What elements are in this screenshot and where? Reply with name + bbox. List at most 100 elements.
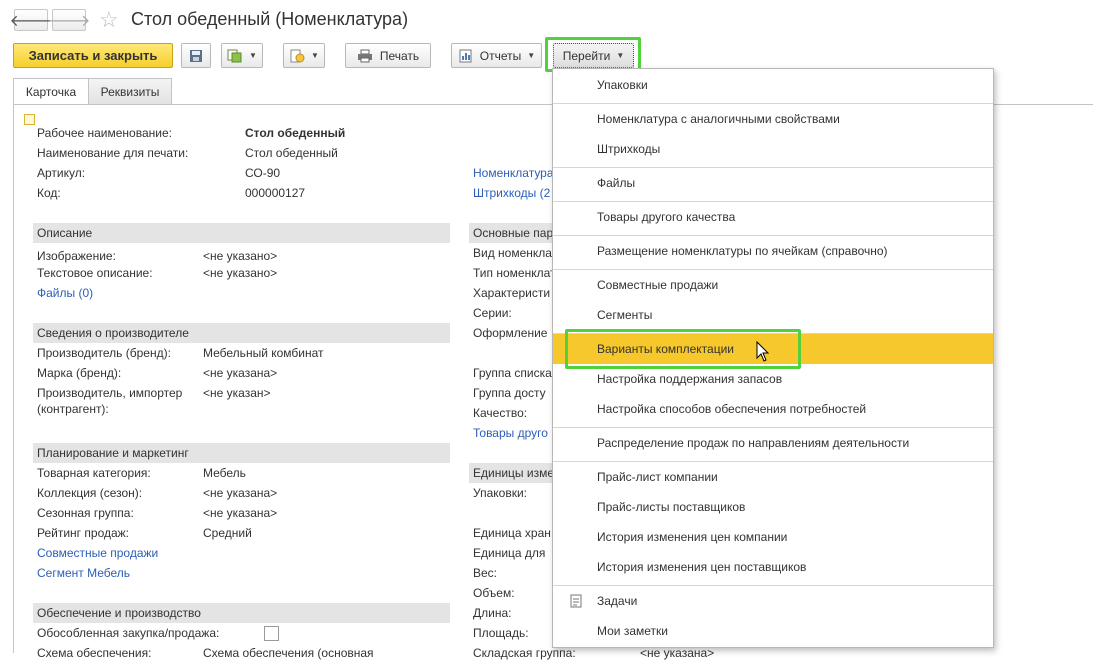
menu-item-files[interactable]: Файлы <box>553 168 993 198</box>
supply-scheme-value[interactable]: Схема обеспечения (основная <box>203 646 374 660</box>
image-label: Изображение: <box>37 249 116 263</box>
menu-item-company-price-history[interactable]: История изменения цен компании <box>553 522 993 552</box>
image-value[interactable]: <не указано> <box>203 249 277 263</box>
save-and-close-button[interactable]: Записать и закрыть <box>13 43 173 68</box>
kind-label: Вид номенклат <box>473 246 558 260</box>
files-link[interactable]: Файлы (0) <box>37 286 93 300</box>
length-label: Длина: <box>473 606 512 620</box>
save-button[interactable] <box>181 43 211 68</box>
importer-label-line2: (контрагент): <box>37 402 109 416</box>
area-label: Площадь: <box>473 626 529 640</box>
reports-label: Отчеты <box>479 48 522 63</box>
list-group-label: Группа списка <box>473 366 552 380</box>
article-value[interactable]: СО-90 <box>245 166 280 180</box>
menu-item-supplier-price-lists[interactable]: Прайс-листы поставщиков <box>553 492 993 522</box>
unit-for-label: Единица для <box>473 546 546 560</box>
separate-purchase-label: Обособленная закупка/продажа: <box>37 626 220 640</box>
similar-items-link[interactable]: Номенклатура <box>473 166 554 180</box>
separate-purchase-checkbox[interactable] <box>264 626 279 641</box>
packages-label: Упаковки: <box>473 486 527 500</box>
forward-button[interactable]: 🡒 <box>48 9 90 31</box>
menu-item-tasks[interactable]: Задачи <box>553 586 993 616</box>
create-based-on-icon <box>227 49 242 62</box>
weight-label: Вес: <box>473 566 498 580</box>
goto-focus-outline <box>545 37 641 72</box>
menu-item-similar-items[interactable]: Номенклатура с аналогичными свойствами <box>553 104 993 134</box>
barcodes-link[interactable]: Штрихкоды (2 <box>473 186 550 200</box>
supply-scheme-label: Схема обеспечения: <box>37 646 152 660</box>
print-name-value[interactable]: Стол обеденный <box>245 146 338 160</box>
text-description-label: Текстовое описание: <box>37 266 153 280</box>
article-label: Артикул: <box>37 166 86 180</box>
code-value[interactable]: 000000127 <box>245 186 305 200</box>
warehouse-group-value[interactable]: <не указана> <box>640 646 714 660</box>
menu-item-sales-distribution[interactable]: Распределение продаж по направлениям дея… <box>553 428 993 458</box>
quality-label: Качество: <box>473 406 528 420</box>
favorite-star-icon[interactable]: ☆ <box>99 7 119 33</box>
brand-label: Производитель (бренд): <box>37 346 171 360</box>
description-section-header: Описание <box>33 223 450 243</box>
collection-value[interactable]: <не указана> <box>203 486 277 500</box>
storage-unit-label: Единица хран <box>473 526 551 540</box>
arrow-left-icon: 🡐 <box>9 12 53 30</box>
season-group-value[interactable]: <не указана> <box>203 506 277 520</box>
text-description-value[interactable]: <не указано> <box>203 266 277 280</box>
arrow-right-icon: 🡒 <box>47 12 91 30</box>
characteristics-label: Характеристи <box>473 286 551 300</box>
print-name-label: Наименование для печати: <box>37 146 189 160</box>
units-section-header: Единицы изме <box>469 463 555 483</box>
work-name-value[interactable]: Стол обеденный <box>245 126 345 140</box>
planning-section-header: Планирование и маркетинг <box>33 443 450 463</box>
brand-value[interactable]: Мебельный комбинат <box>203 346 324 360</box>
access-group-label: Группа досту <box>473 386 546 400</box>
type-label: Тип номенклат <box>473 266 556 280</box>
category-label: Товарная категория: <box>37 466 151 480</box>
chevron-down-icon: ▼ <box>527 51 536 60</box>
warehouse-group-label: Складская группа: <box>473 646 576 660</box>
chevron-down-icon: ▼ <box>249 51 257 60</box>
main-params-section-header: Основные пар <box>469 223 555 243</box>
window-title: Стол обеденный (Номенклатура) <box>131 9 409 29</box>
floppy-disk-icon <box>190 49 202 62</box>
other-quality-link[interactable]: Товары друго <box>473 426 548 440</box>
tab-card[interactable]: Карточка <box>13 78 89 104</box>
create-based-on-button[interactable]: ▼ <box>221 43 263 68</box>
volume-label: Объем: <box>473 586 515 600</box>
menu-item-other-quality[interactable]: Товары другого качества <box>553 202 993 232</box>
tab-details[interactable]: Реквизиты <box>88 78 172 104</box>
menu-item-supplier-price-history[interactable]: История изменения цен поставщиков <box>553 552 993 582</box>
chevron-down-icon: ▼ <box>311 51 319 60</box>
collection-label: Коллекция (сезон): <box>37 486 143 500</box>
tasks-icon <box>570 594 582 608</box>
design-label: Оформление <box>473 326 548 340</box>
mark-label: Марка (бренд): <box>37 366 122 380</box>
related-docs-button[interactable]: ▼ <box>283 43 325 68</box>
menu-item-joint-sales[interactable]: Совместные продажи <box>553 270 993 300</box>
menu-item-company-price-list[interactable]: Прайс-лист компании <box>553 462 993 492</box>
code-label: Код: <box>37 186 61 200</box>
document-clock-icon <box>290 49 305 62</box>
menu-item-segments[interactable]: Сегменты <box>553 300 993 330</box>
menu-item-supply-methods[interactable]: Настройка способов обеспечения потребнос… <box>553 394 993 424</box>
print-button[interactable]: Печать <box>345 43 431 68</box>
mouse-cursor-icon <box>756 341 770 362</box>
importer-value[interactable]: <не указан> <box>203 386 271 400</box>
back-button[interactable]: 🡐 <box>10 9 52 31</box>
report-icon <box>459 49 472 62</box>
note-corner-icon <box>24 114 35 125</box>
printer-icon <box>357 49 372 62</box>
category-value[interactable]: Мебель <box>203 466 246 480</box>
series-label: Серии: <box>473 306 512 320</box>
supply-section-header: Обеспечение и производство <box>33 603 450 623</box>
menu-item-cell-placement[interactable]: Размещение номенклатуры по ячейкам (спра… <box>553 236 993 266</box>
joint-sales-link[interactable]: Совместные продажи <box>37 546 158 560</box>
sales-rating-value[interactable]: Средний <box>203 526 252 540</box>
menu-item-my-notes[interactable]: Мои заметки <box>553 616 993 646</box>
work-name-label: Рабочее наименование: <box>37 126 172 140</box>
menu-item-tasks-label: Задачи <box>597 594 638 608</box>
mark-value[interactable]: <не указана> <box>203 366 277 380</box>
segment-link[interactable]: Сегмент Мебель <box>37 566 130 580</box>
reports-button[interactable]: Отчеты ▼ <box>451 43 542 68</box>
menu-item-barcodes[interactable]: Штрихкоды <box>553 134 993 164</box>
menu-item-packages[interactable]: Упаковки <box>553 70 993 100</box>
